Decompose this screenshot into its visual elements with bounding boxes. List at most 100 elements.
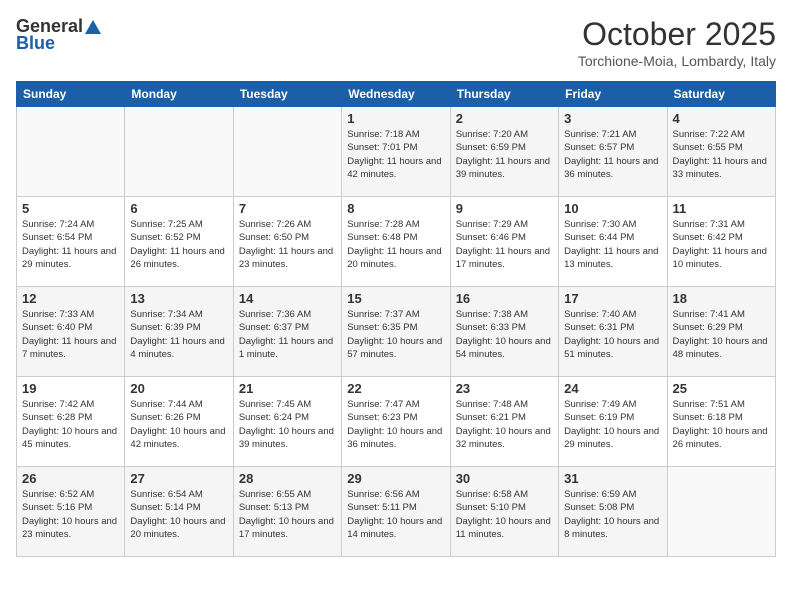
day-number: 28 (239, 471, 336, 486)
day-number: 30 (456, 471, 553, 486)
calendar-week-row: 1 Sunrise: 7:18 AMSunset: 7:01 PMDaylight… (17, 107, 776, 197)
calendar-cell (667, 467, 775, 557)
day-info: Sunrise: 6:55 AMSunset: 5:13 PMDaylight:… (239, 488, 336, 541)
calendar-cell (233, 107, 341, 197)
weekday-header-friday: Friday (559, 82, 667, 107)
day-info: Sunrise: 6:52 AMSunset: 5:16 PMDaylight:… (22, 488, 119, 541)
day-number: 5 (22, 201, 119, 216)
day-number: 16 (456, 291, 553, 306)
day-number: 24 (564, 381, 661, 396)
calendar-cell (125, 107, 233, 197)
day-number: 21 (239, 381, 336, 396)
day-info: Sunrise: 7:21 AMSunset: 6:57 PMDaylight:… (564, 128, 661, 181)
day-number: 6 (130, 201, 227, 216)
day-info: Sunrise: 7:41 AMSunset: 6:29 PMDaylight:… (673, 308, 770, 361)
day-info: Sunrise: 7:30 AMSunset: 6:44 PMDaylight:… (564, 218, 661, 271)
day-number: 1 (347, 111, 444, 126)
calendar-cell: 5 Sunrise: 7:24 AMSunset: 6:54 PMDaylight… (17, 197, 125, 287)
weekday-header-saturday: Saturday (667, 82, 775, 107)
day-number: 23 (456, 381, 553, 396)
calendar-cell: 7 Sunrise: 7:26 AMSunset: 6:50 PMDaylight… (233, 197, 341, 287)
day-number: 22 (347, 381, 444, 396)
calendar-cell: 26 Sunrise: 6:52 AMSunset: 5:16 PMDayligh… (17, 467, 125, 557)
calendar-cell: 21 Sunrise: 7:45 AMSunset: 6:24 PMDayligh… (233, 377, 341, 467)
calendar-cell: 27 Sunrise: 6:54 AMSunset: 5:14 PMDayligh… (125, 467, 233, 557)
calendar-cell: 1 Sunrise: 7:18 AMSunset: 7:01 PMDaylight… (342, 107, 450, 197)
day-number: 26 (22, 471, 119, 486)
calendar-cell: 2 Sunrise: 7:20 AMSunset: 6:59 PMDaylight… (450, 107, 558, 197)
day-info: Sunrise: 7:26 AMSunset: 6:50 PMDaylight:… (239, 218, 336, 271)
day-info: Sunrise: 7:22 AMSunset: 6:55 PMDaylight:… (673, 128, 770, 181)
calendar-cell: 12Sunrise: 7:33 AMSunset: 6:40 PMDayligh… (17, 287, 125, 377)
day-info: Sunrise: 7:34 AMSunset: 6:39 PMDaylight:… (130, 308, 227, 361)
calendar-cell: 4Sunrise: 7:22 AMSunset: 6:55 PMDaylight… (667, 107, 775, 197)
calendar-cell: 19 Sunrise: 7:42 AMSunset: 6:28 PMDayligh… (17, 377, 125, 467)
calendar-week-row: 19 Sunrise: 7:42 AMSunset: 6:28 PMDayligh… (17, 377, 776, 467)
day-info: Sunrise: 7:44 AMSunset: 6:26 PMDaylight:… (130, 398, 227, 451)
calendar-cell: 9Sunrise: 7:29 AMSunset: 6:46 PMDaylight… (450, 197, 558, 287)
day-number: 27 (130, 471, 227, 486)
calendar-cell: 15Sunrise: 7:37 AMSunset: 6:35 PMDayligh… (342, 287, 450, 377)
day-info: Sunrise: 7:42 AMSunset: 6:28 PMDaylight:… (22, 398, 119, 451)
day-info: Sunrise: 6:58 AMSunset: 5:10 PMDaylight:… (456, 488, 553, 541)
day-number: 7 (239, 201, 336, 216)
day-info: Sunrise: 6:54 AMSunset: 5:14 PMDaylight:… (130, 488, 227, 541)
calendar-cell: 29 Sunrise: 6:56 AMSunset: 5:11 PMDayligh… (342, 467, 450, 557)
calendar-table: SundayMondayTuesdayWednesdayThursdayFrid… (16, 81, 776, 557)
calendar-cell: 8 Sunrise: 7:28 AMSunset: 6:48 PMDaylight… (342, 197, 450, 287)
day-info: Sunrise: 6:56 AMSunset: 5:11 PMDaylight:… (347, 488, 444, 541)
day-info: Sunrise: 7:31 AMSunset: 6:42 PMDaylight:… (673, 218, 770, 271)
calendar-cell: 28 Sunrise: 6:55 AMSunset: 5:13 PMDayligh… (233, 467, 341, 557)
day-info: Sunrise: 7:37 AMSunset: 6:35 PMDaylight:… (347, 308, 444, 361)
weekday-header-sunday: Sunday (17, 82, 125, 107)
calendar-cell: 17 Sunrise: 7:40 AMSunset: 6:31 PMDayligh… (559, 287, 667, 377)
day-info: Sunrise: 7:49 AMSunset: 6:19 PMDaylight:… (564, 398, 661, 451)
day-number: 9 (456, 201, 553, 216)
day-info: Sunrise: 6:59 AMSunset: 5:08 PMDaylight:… (564, 488, 661, 541)
calendar-cell: 11Sunrise: 7:31 AMSunset: 6:42 PMDayligh… (667, 197, 775, 287)
calendar-cell: 24 Sunrise: 7:49 AMSunset: 6:19 PMDayligh… (559, 377, 667, 467)
day-info: Sunrise: 7:18 AMSunset: 7:01 PMDaylight:… (347, 128, 444, 181)
day-number: 2 (456, 111, 553, 126)
title-section: October 2025 Torchione-Moia, Lombardy, I… (578, 16, 776, 69)
day-number: 25 (673, 381, 770, 396)
calendar-week-row: 26 Sunrise: 6:52 AMSunset: 5:16 PMDayligh… (17, 467, 776, 557)
day-number: 3 (564, 111, 661, 126)
weekday-header-row: SundayMondayTuesdayWednesdayThursdayFrid… (17, 82, 776, 107)
day-number: 19 (22, 381, 119, 396)
calendar-cell: 14Sunrise: 7:36 AMSunset: 6:37 PMDayligh… (233, 287, 341, 377)
calendar-week-row: 12Sunrise: 7:33 AMSunset: 6:40 PMDayligh… (17, 287, 776, 377)
day-info: Sunrise: 7:36 AMSunset: 6:37 PMDaylight:… (239, 308, 336, 361)
location: Torchione-Moia, Lombardy, Italy (578, 53, 776, 69)
day-info: Sunrise: 7:48 AMSunset: 6:21 PMDaylight:… (456, 398, 553, 451)
day-info: Sunrise: 7:45 AMSunset: 6:24 PMDaylight:… (239, 398, 336, 451)
calendar-cell: 10Sunrise: 7:30 AMSunset: 6:44 PMDayligh… (559, 197, 667, 287)
day-number: 13 (130, 291, 227, 306)
calendar-cell: 23 Sunrise: 7:48 AMSunset: 6:21 PMDayligh… (450, 377, 558, 467)
month-title: October 2025 (578, 16, 776, 53)
day-info: Sunrise: 7:40 AMSunset: 6:31 PMDaylight:… (564, 308, 661, 361)
day-info: Sunrise: 7:28 AMSunset: 6:48 PMDaylight:… (347, 218, 444, 271)
calendar-cell: 13 Sunrise: 7:34 AMSunset: 6:39 PMDayligh… (125, 287, 233, 377)
day-number: 31 (564, 471, 661, 486)
calendar-week-row: 5 Sunrise: 7:24 AMSunset: 6:54 PMDaylight… (17, 197, 776, 287)
weekday-header-monday: Monday (125, 82, 233, 107)
calendar-cell: 20Sunrise: 7:44 AMSunset: 6:26 PMDayligh… (125, 377, 233, 467)
calendar-cell: 22Sunrise: 7:47 AMSunset: 6:23 PMDayligh… (342, 377, 450, 467)
calendar-cell: 18Sunrise: 7:41 AMSunset: 6:29 PMDayligh… (667, 287, 775, 377)
logo: General Blue (16, 16, 102, 54)
day-info: Sunrise: 7:25 AMSunset: 6:52 PMDaylight:… (130, 218, 227, 271)
day-info: Sunrise: 7:24 AMSunset: 6:54 PMDaylight:… (22, 218, 119, 271)
calendar-cell: 25Sunrise: 7:51 AMSunset: 6:18 PMDayligh… (667, 377, 775, 467)
day-number: 8 (347, 201, 444, 216)
calendar-cell: 3 Sunrise: 7:21 AMSunset: 6:57 PMDaylight… (559, 107, 667, 197)
calendar-cell: 31 Sunrise: 6:59 AMSunset: 5:08 PMDayligh… (559, 467, 667, 557)
logo-icon (84, 18, 102, 36)
day-number: 17 (564, 291, 661, 306)
weekday-header-thursday: Thursday (450, 82, 558, 107)
weekday-header-wednesday: Wednesday (342, 82, 450, 107)
day-info: Sunrise: 7:20 AMSunset: 6:59 PMDaylight:… (456, 128, 553, 181)
calendar-cell (17, 107, 125, 197)
day-number: 29 (347, 471, 444, 486)
day-number: 12 (22, 291, 119, 306)
